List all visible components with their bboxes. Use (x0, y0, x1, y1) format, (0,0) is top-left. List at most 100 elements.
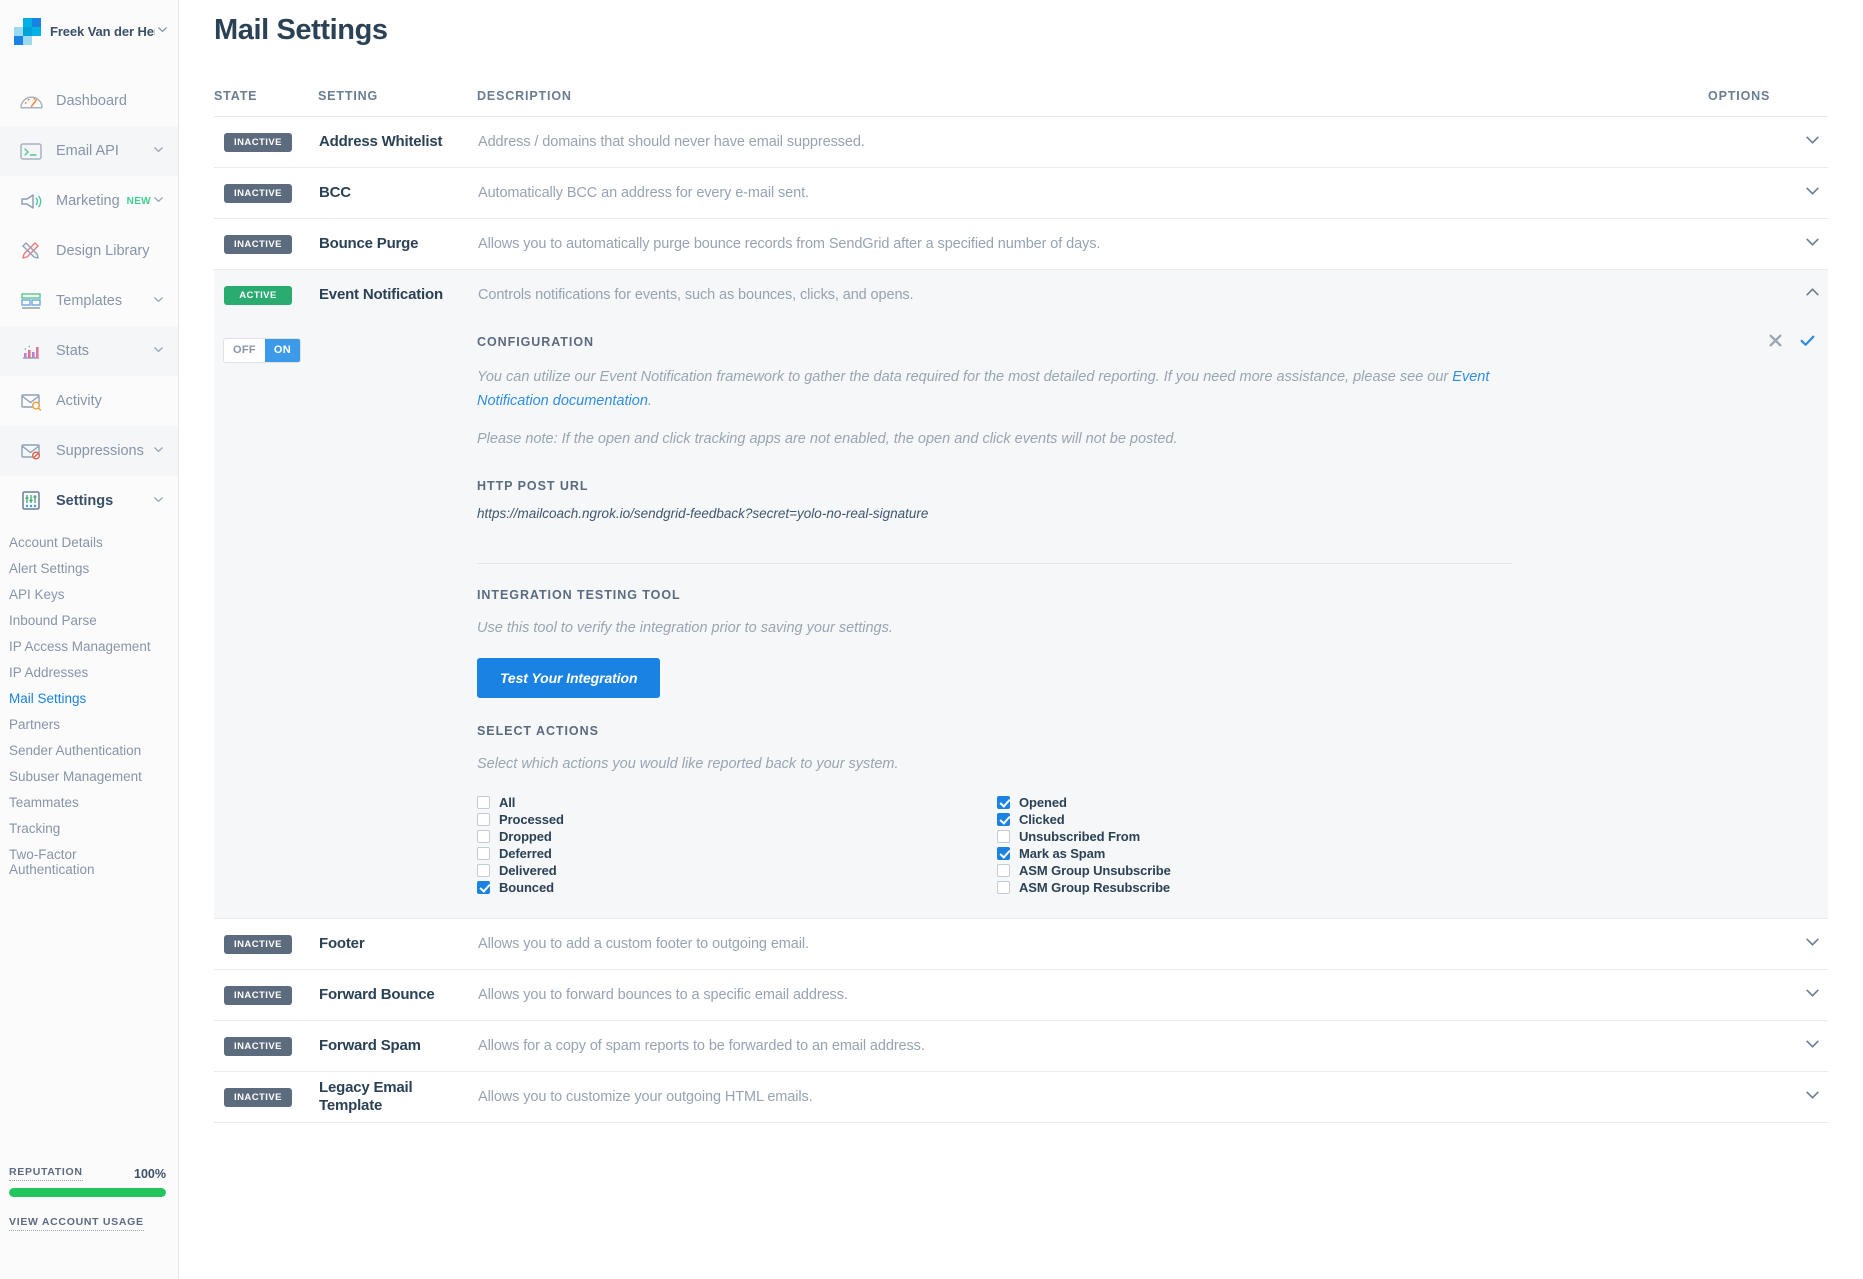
setting-description: Allows for a copy of spam reports to be … (478, 1037, 925, 1054)
actions-column-left: All Processed Dropped Deferred Delivered… (477, 794, 997, 896)
integration-testing-description: Use this tool to verify the integration … (477, 619, 893, 636)
reputation-meter: REPUTATION 100% (9, 1166, 166, 1197)
table-row[interactable]: INACTIVE Legacy Email Template Allows yo… (214, 1071, 1828, 1123)
checkbox-row-asm-group-resubscribe[interactable]: ASM Group Resubscribe (997, 879, 1517, 896)
chevron-down-icon[interactable] (1805, 132, 1820, 152)
checkbox-unsubscribed-from[interactable] (997, 829, 1010, 843)
checkbox-processed[interactable] (477, 812, 490, 826)
checkbox-row-mark-as-spam[interactable]: Mark as Spam (997, 845, 1517, 862)
chevron-down-icon[interactable] (1805, 183, 1820, 203)
account-switcher[interactable]: Freek Van der Hert (0, 0, 178, 46)
checkbox-label: All (499, 794, 516, 810)
sidebar-item-label: Activity (56, 393, 102, 409)
sidebar-item-design-library[interactable]: Design Library (0, 226, 178, 276)
sidebar-item-alert-settings[interactable]: Alert Settings (9, 556, 178, 582)
sidebar-item-two-factor-authentication[interactable]: Two-Factor Authentication (9, 842, 134, 884)
setting-description: Allows you to forward bounces to a speci… (478, 986, 848, 1003)
status-badge: INACTIVE (224, 985, 292, 1005)
sidebar-item-email-api[interactable]: Email API (0, 126, 178, 176)
sidebar-item-templates[interactable]: Templates (0, 276, 178, 326)
sidebar-item-marketing[interactable]: Marketing NEW (0, 176, 178, 226)
reputation-bar-track (9, 1188, 166, 1197)
chevron-down-icon[interactable] (1805, 1036, 1820, 1056)
sidebar-item-ip-addresses[interactable]: IP Addresses (9, 660, 178, 686)
setting-name: Forward Bounce (319, 985, 435, 1003)
checkbox-asm-group-resubscribe[interactable] (997, 880, 1010, 894)
table-row[interactable]: INACTIVE Address Whitelist Address / dom… (214, 116, 1828, 168)
chevron-down-icon (157, 22, 168, 40)
table-row[interactable]: INACTIVE Footer Allows you to add a cust… (214, 918, 1828, 970)
setting-name: Event Notification (319, 286, 443, 304)
checkbox-label: Deferred (499, 845, 552, 861)
checkbox-bounced[interactable] (477, 880, 490, 894)
checkbox-row-opened[interactable]: Opened (997, 794, 1517, 811)
sidebar-item-subuser-management[interactable]: Subuser Management (9, 764, 178, 790)
chevron-up-icon[interactable] (1805, 285, 1820, 305)
table-row[interactable]: INACTIVE Bounce Purge Allows you to auto… (214, 218, 1828, 270)
table-row-event-notification[interactable]: ACTIVE Event Notification Controls notif… (214, 269, 1828, 321)
sidebar-item-tracking[interactable]: Tracking (9, 816, 178, 842)
checkbox-row-deferred[interactable]: Deferred (477, 845, 997, 862)
sidebar-item-teammates[interactable]: Teammates (9, 790, 178, 816)
actions-checkbox-grid: All Processed Dropped Deferred Delivered… (477, 794, 1750, 896)
toggle-off-label[interactable]: OFF (224, 339, 265, 362)
sidebar-item-account-details[interactable]: Account Details (9, 530, 178, 556)
chevron-down-icon[interactable] (1805, 934, 1820, 954)
checkbox-delivered[interactable] (477, 863, 490, 877)
close-icon[interactable] (1768, 333, 1783, 352)
checkbox-clicked[interactable] (997, 812, 1010, 826)
sidebar-item-stats[interactable]: Stats (0, 326, 178, 376)
setting-name: BCC (319, 184, 351, 201)
toggle-on-label[interactable]: ON (264, 338, 301, 362)
chevron-down-icon[interactable] (1805, 985, 1820, 1005)
checkbox-label: Mark as Spam (1019, 845, 1106, 861)
checkbox-label: Dropped (499, 828, 552, 844)
checkbox-row-asm-group-unsubscribe[interactable]: ASM Group Unsubscribe (997, 862, 1517, 879)
checkbox-row-dropped[interactable]: Dropped (477, 828, 997, 845)
http-post-url-value[interactable]: https://mailcoach.ngrok.io/sendgrid-feed… (477, 506, 1750, 521)
integration-testing-heading: INTEGRATION TESTING TOOL (477, 587, 681, 602)
table-row[interactable]: INACTIVE Forward Spam Allows for a copy … (214, 1020, 1828, 1072)
checkbox-row-unsubscribed-from[interactable]: Unsubscribed From (997, 828, 1517, 845)
sidebar-item-api-keys[interactable]: API Keys (9, 582, 178, 608)
checkbox-row-all[interactable]: All (477, 794, 997, 811)
checkbox-mark-as-spam[interactable] (997, 846, 1010, 860)
table-row[interactable]: INACTIVE Forward Bounce Allows you to fo… (214, 969, 1828, 1021)
sidebar-item-suppressions[interactable]: Suppressions (0, 426, 178, 476)
checkbox-row-clicked[interactable]: Clicked (997, 811, 1517, 828)
checkbox-label: Processed (499, 811, 564, 827)
checkbox-deferred[interactable] (477, 846, 490, 860)
checkbox-asm-group-unsubscribe[interactable] (997, 863, 1010, 877)
sidebar-item-settings[interactable]: Settings (0, 476, 178, 526)
checkbox-row-bounced[interactable]: Bounced (477, 879, 997, 896)
checkbox-row-delivered[interactable]: Delivered (477, 862, 997, 879)
envelope-block-icon (16, 438, 46, 464)
sidebar-item-mail-settings[interactable]: Mail Settings (9, 686, 178, 712)
status-badge: INACTIVE (224, 934, 292, 954)
table-row[interactable]: INACTIVE BCC Automatically BCC an addres… (214, 167, 1828, 219)
sidebar-item-partners[interactable]: Partners (9, 712, 178, 738)
sidebar-item-inbound-parse[interactable]: Inbound Parse (9, 608, 178, 634)
sidebar-item-sender-authentication[interactable]: Sender Authentication (9, 738, 178, 764)
chevron-down-icon[interactable] (1805, 1087, 1820, 1107)
configuration-intro-text: You can utilize our Event Notification f… (477, 365, 1517, 413)
view-account-usage-link[interactable]: VIEW ACCOUNT USAGE (9, 1216, 144, 1231)
chevron-down-icon (153, 343, 164, 359)
chevron-down-icon[interactable] (1805, 234, 1820, 254)
sidebar: Freek Van der Hert Dashboard Email API M… (0, 0, 179, 1279)
check-icon[interactable] (1799, 332, 1816, 354)
chevron-down-icon (153, 143, 164, 159)
sidebar-item-dashboard[interactable]: Dashboard (0, 76, 178, 126)
chevron-down-icon (153, 293, 164, 309)
enable-toggle[interactable]: OFF ON (223, 337, 302, 363)
checkbox-opened[interactable] (997, 795, 1010, 809)
sidebar-item-ip-access-management[interactable]: IP Access Management (9, 634, 178, 660)
checkbox-dropped[interactable] (477, 829, 490, 843)
sidebar-item-activity[interactable]: Activity (0, 376, 178, 426)
panel-left-column: OFF ON (214, 335, 477, 896)
sendgrid-logo-icon (14, 17, 41, 45)
account-name: Freek Van der Hert (50, 23, 155, 39)
checkbox-all[interactable] (477, 795, 490, 809)
test-your-integration-button[interactable]: Test Your Integration (477, 657, 661, 698)
checkbox-row-processed[interactable]: Processed (477, 811, 997, 828)
